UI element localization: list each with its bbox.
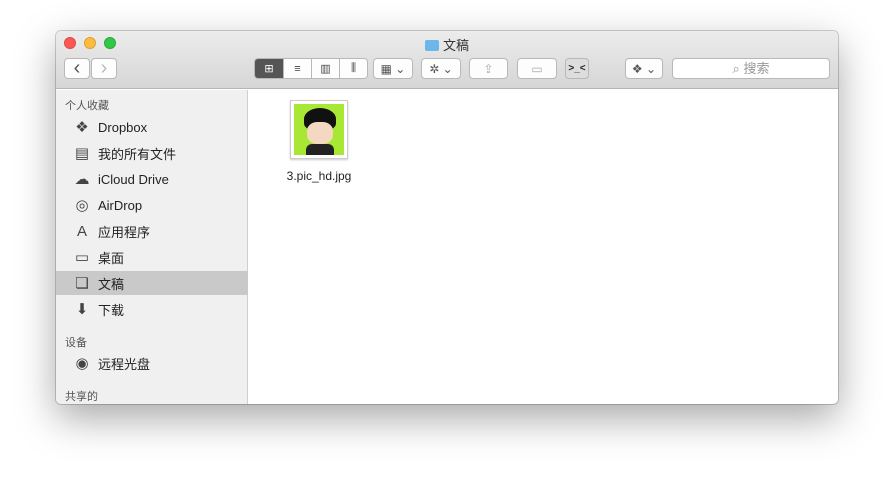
- file-name[interactable]: 3.pic_hd.jpg: [269, 169, 369, 183]
- search-icon: ⌕: [732, 61, 740, 76]
- airdrop-icon: ◎: [75, 197, 89, 214]
- toolbar: 文稿 ‹ › ⊞ ≡ ▥ ⫼ ▦ ⌄ ✲ ⌄ ⇪ ▭ >_< ❖ ⌄ ⌕ 搜索: [56, 31, 838, 89]
- sidebar-item-dropbox[interactable]: ❖ Dropbox: [56, 115, 248, 139]
- tag-button[interactable]: ▭: [517, 58, 557, 79]
- sidebar-item-airdrop[interactable]: ◎ AirDrop: [56, 193, 248, 217]
- file-thumbnail[interactable]: [290, 100, 348, 159]
- download-icon: ⬇: [75, 301, 89, 318]
- sidebar-item-all-files[interactable]: ▤ 我的所有文件: [56, 141, 248, 165]
- action-gear-button[interactable]: ✲ ⌄: [421, 58, 461, 79]
- coverflow-view-button[interactable]: ⫼: [339, 59, 367, 78]
- sidebar: 个人收藏 ❖ Dropbox ▤ 我的所有文件 ☁ iCloud Drive ◎ Air…: [56, 90, 248, 404]
- arrange-button[interactable]: ▦ ⌄: [373, 58, 413, 79]
- window-title: 文稿: [56, 35, 838, 54]
- cloud-icon: ☁: [74, 171, 90, 188]
- all-files-icon: ▤: [74, 145, 90, 162]
- sidebar-item-documents[interactable]: ❏ 文稿: [56, 271, 248, 295]
- folder-icon: [424, 40, 439, 51]
- dropbox-icon: ❖: [75, 119, 89, 136]
- sidebar-item-downloads[interactable]: ⬇ 下载: [56, 297, 248, 321]
- avatar-image: [294, 104, 344, 155]
- applications-icon: A: [76, 222, 87, 240]
- column-view-button[interactable]: ▥: [311, 59, 339, 78]
- sidebar-item-icloud[interactable]: ☁ iCloud Drive: [56, 167, 248, 191]
- back-button[interactable]: ‹: [64, 57, 90, 79]
- disc-icon: ◉: [75, 355, 89, 372]
- list-view-button[interactable]: ≡: [283, 59, 311, 78]
- sidebar-item-applications[interactable]: A 应用程序: [56, 219, 248, 243]
- search-input[interactable]: ⌕ 搜索: [672, 58, 830, 79]
- share-button[interactable]: ⇪: [469, 58, 508, 79]
- sidebar-item-desktop[interactable]: ▭ 桌面: [56, 245, 248, 269]
- view-switcher: ⊞ ≡ ▥ ⫼: [254, 58, 368, 79]
- devices-header: 设备: [65, 337, 87, 349]
- forward-button[interactable]: ›: [91, 57, 117, 79]
- dropbox-button[interactable]: ❖ ⌄: [625, 58, 663, 79]
- finder-window: 文稿 ‹ › ⊞ ≡ ▥ ⫼ ▦ ⌄ ✲ ⌄ ⇪ ▭ >_< ❖ ⌄ ⌕ 搜索 …: [56, 31, 838, 404]
- shared-header: 共享的: [65, 391, 98, 403]
- desktop-icon: ▭: [74, 249, 90, 266]
- icon-view-button[interactable]: ⊞: [255, 59, 283, 78]
- sidebar-item-remote-disc[interactable]: ◉ 远程光盘: [56, 351, 248, 375]
- terminal-button[interactable]: >_<: [565, 58, 589, 79]
- documents-icon: ❏: [75, 275, 89, 292]
- favorites-header: 个人收藏: [65, 100, 109, 112]
